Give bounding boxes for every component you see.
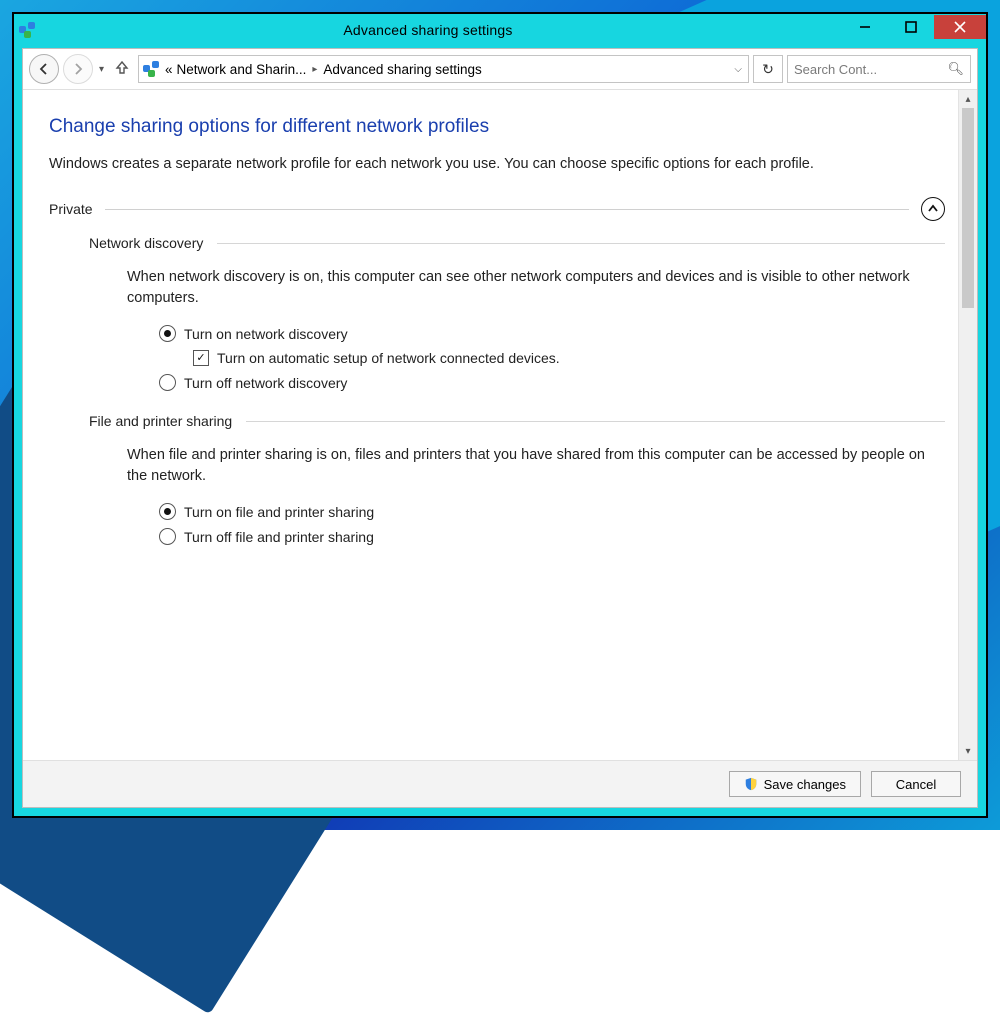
search-input[interactable]: Search Cont... 🔍︎ <box>787 55 971 83</box>
page-heading: Change sharing options for different net… <box>49 116 945 138</box>
cancel-label: Cancel <box>896 777 936 792</box>
address-dropdown[interactable]: ⌵ <box>732 64 744 75</box>
page-intro: Windows creates a separate network profi… <box>49 154 945 175</box>
content-panel: Change sharing options for different net… <box>23 90 977 760</box>
save-changes-button[interactable]: Save changes <box>729 771 861 797</box>
profile-private-header: Private <box>49 197 945 221</box>
chevron-right-icon[interactable]: ▸ <box>310 64 319 75</box>
network-discovery-title: Network discovery <box>89 235 203 251</box>
vertical-scrollbar[interactable]: ▴ ▾ <box>958 90 977 760</box>
refresh-button[interactable]: ↻ <box>753 55 783 83</box>
radio-file-sharing-on[interactable]: Turn on file and printer sharing <box>159 503 945 520</box>
scroll-up-button[interactable]: ▴ <box>959 90 977 108</box>
window-title: Advanced sharing settings <box>14 22 842 38</box>
window-frame: Advanced sharing settings ▾ <box>12 12 988 818</box>
radio-label: Turn on file and printer sharing <box>184 504 374 520</box>
radio-file-sharing-off[interactable]: Turn off file and printer sharing <box>159 528 945 545</box>
radio-net-discovery-on[interactable]: Turn on network discovery <box>159 325 945 342</box>
nav-back-button[interactable] <box>29 54 59 84</box>
address-bar[interactable]: « Network and Sharin... ▸ Advanced shari… <box>138 55 749 83</box>
radio-net-discovery-off[interactable]: Turn off network discovery <box>159 374 945 391</box>
maximize-button[interactable] <box>888 15 934 39</box>
scroll-thumb[interactable] <box>962 108 974 308</box>
divider <box>105 209 909 210</box>
checkbox-icon: ✓ <box>193 350 209 366</box>
nav-forward-button[interactable] <box>63 54 93 84</box>
close-button[interactable] <box>934 15 986 39</box>
radio-icon <box>159 374 176 391</box>
collapse-profile-button[interactable] <box>921 197 945 221</box>
navbar: ▾ « Network and Sharin... ▸ Advanced sha… <box>23 49 977 90</box>
minimize-button[interactable] <box>842 15 888 39</box>
file-sharing-desc: When file and printer sharing is on, fil… <box>127 445 945 487</box>
scroll-down-button[interactable]: ▾ <box>959 742 977 760</box>
radio-label: Turn off file and printer sharing <box>184 529 374 545</box>
nav-history-dropdown[interactable]: ▾ <box>97 64 106 75</box>
checkbox-label: Turn on automatic setup of network conne… <box>217 350 560 366</box>
section-network-discovery: Network discovery When network discovery… <box>89 235 945 391</box>
search-placeholder: Search Cont... <box>794 62 877 77</box>
crumb-network-sharing[interactable]: Network and Sharin... <box>177 62 307 77</box>
crumb-prefix[interactable]: « <box>165 62 173 77</box>
cancel-button[interactable]: Cancel <box>871 771 961 797</box>
window-client: ▾ « Network and Sharin... ▸ Advanced sha… <box>22 48 978 808</box>
profile-private-label: Private <box>49 201 93 217</box>
location-icon <box>143 61 161 77</box>
nav-up-button[interactable] <box>110 59 134 80</box>
radio-icon <box>159 325 176 342</box>
footer: Save changes Cancel <box>23 760 977 807</box>
content-viewport: Change sharing options for different net… <box>23 90 977 760</box>
crumb-advanced-sharing[interactable]: Advanced sharing settings <box>323 62 481 77</box>
divider <box>246 421 945 422</box>
radio-icon <box>159 503 176 520</box>
section-file-printer-sharing: File and printer sharing When file and p… <box>89 413 945 545</box>
file-sharing-title: File and printer sharing <box>89 413 232 429</box>
save-label: Save changes <box>764 777 846 792</box>
radio-label: Turn off network discovery <box>184 375 347 391</box>
titlebar: Advanced sharing settings <box>14 14 986 46</box>
radio-icon <box>159 528 176 545</box>
shield-icon <box>744 777 758 791</box>
divider <box>217 243 945 244</box>
search-icon: 🔍︎ <box>947 61 964 77</box>
radio-label: Turn on network discovery <box>184 326 348 342</box>
network-discovery-desc: When network discovery is on, this compu… <box>127 267 945 309</box>
checkbox-auto-setup[interactable]: ✓ Turn on automatic setup of network con… <box>193 350 945 366</box>
